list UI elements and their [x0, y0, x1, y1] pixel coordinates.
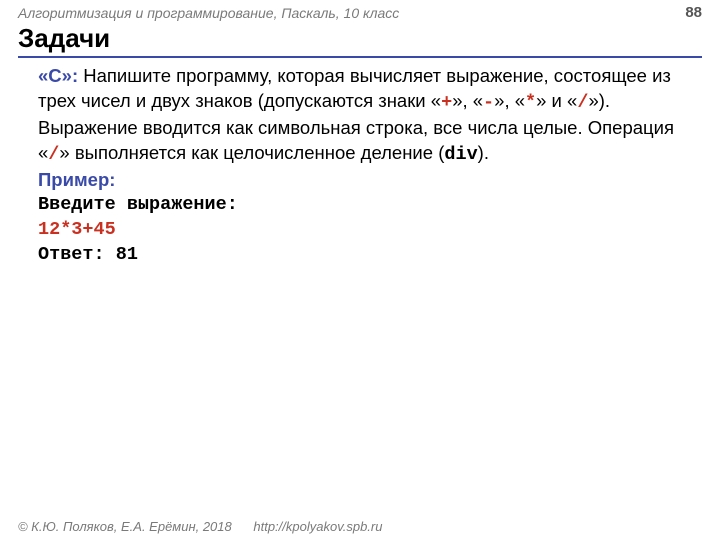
div-keyword: div	[444, 144, 477, 165]
task-sep-2: », «	[494, 90, 525, 111]
op-mul: *	[525, 92, 536, 113]
task-paragraph: «C»: Напишите программу, которая вычисля…	[38, 64, 682, 168]
title-block: Задачи	[0, 23, 720, 58]
page-title: Задачи	[18, 23, 702, 58]
example-input: 12*3+45	[38, 218, 682, 243]
footer-url: http://kpolyakov.spb.ru	[253, 519, 382, 534]
op-div: /	[577, 92, 588, 113]
task-sep-3: » и «	[536, 90, 577, 111]
example-label: Пример:	[38, 168, 682, 193]
page-number: 88	[685, 4, 702, 21]
task-text-3: » выполняется как целочисленное деление …	[59, 142, 444, 163]
copyright: © К.Ю. Поляков, Е.А. Ерёмин, 2018	[18, 519, 232, 534]
answer-label: Ответ:	[38, 244, 116, 265]
example-prompt: Введите выражение:	[38, 193, 682, 218]
footer: © К.Ю. Поляков, Е.А. Ерёмин, 2018 http:/…	[18, 519, 382, 534]
op-plus: +	[441, 92, 452, 113]
task-text-end: ).	[478, 142, 489, 163]
example-answer: Ответ: 81	[38, 243, 682, 268]
op-div-2: /	[48, 144, 59, 165]
course-name: Алгоритмизация и программирование, Паска…	[18, 5, 399, 21]
header-bar: Алгоритмизация и программирование, Паска…	[0, 0, 720, 23]
answer-value: 81	[116, 244, 138, 265]
op-minus: -	[483, 92, 494, 113]
task-sep-1: », «	[452, 90, 483, 111]
content: «C»: Напишите программу, которая вычисля…	[0, 58, 720, 268]
task-label: «C»:	[38, 65, 78, 86]
